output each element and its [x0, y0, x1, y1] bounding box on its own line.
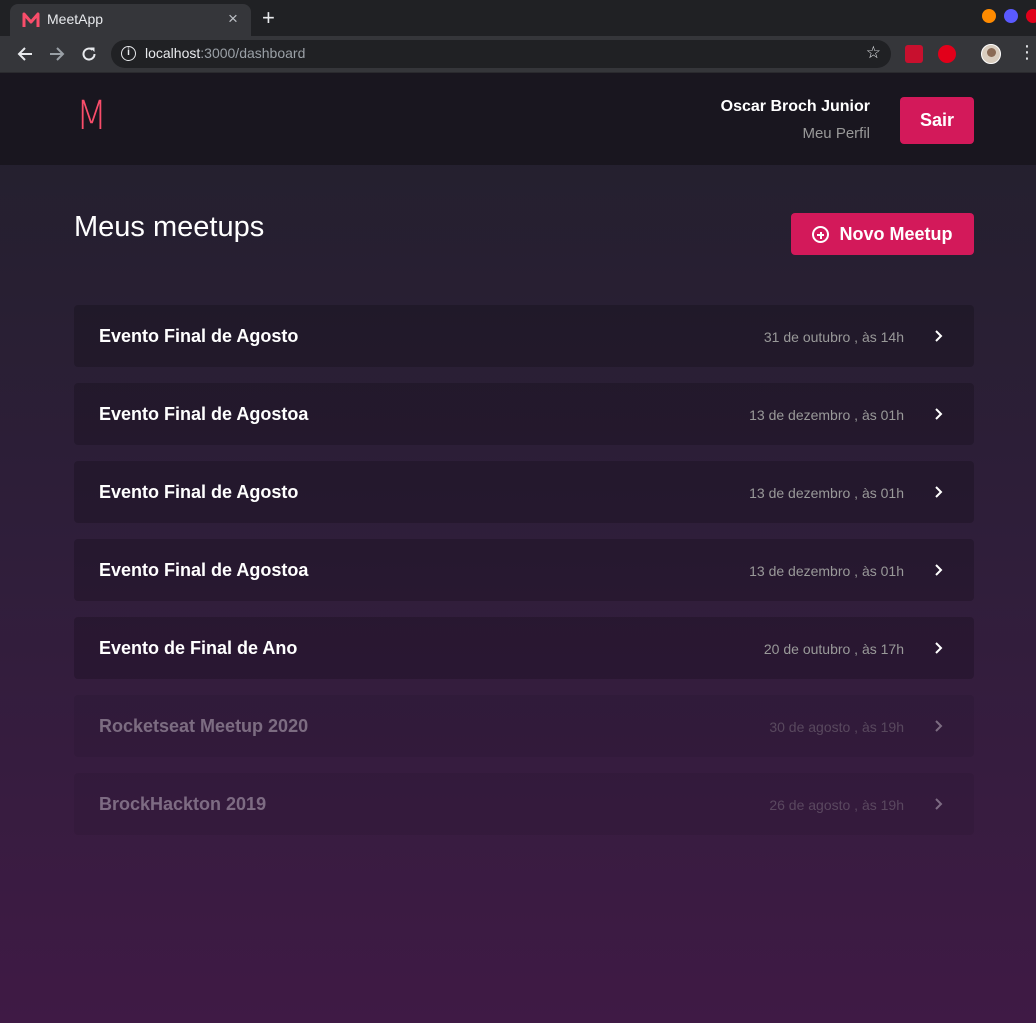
tab-close-icon[interactable]: ×	[228, 9, 238, 29]
meetup-title: Evento Final de Agosto	[99, 482, 299, 502]
meetup-date: 31 de outubro , às 14h	[763, 329, 904, 345]
meetup-item[interactable]: Evento Final de Agosto 13 de dezembro , à…	[74, 461, 974, 523]
site-info-icon[interactable]: i	[121, 46, 136, 61]
chevron-right-icon[interactable]	[932, 327, 946, 345]
url-text: localhost:3000/dashboard	[145, 45, 306, 61]
forward-arrow-icon[interactable]	[47, 44, 67, 64]
minimize-window-icon[interactable]	[982, 9, 996, 23]
meetapp-favicon-icon	[22, 12, 40, 27]
logout-button[interactable]: Sair	[900, 97, 974, 144]
meetup-date: 26 de agosto , às 19h	[769, 797, 904, 813]
chevron-right-icon[interactable]	[932, 795, 946, 813]
browser-toolbar: i localhost:3000/dashboard ☆ ⋮	[0, 36, 1036, 73]
reload-icon[interactable]	[79, 44, 99, 64]
browser-tab[interactable]: MeetApp ×	[10, 4, 251, 36]
meetup-date: 30 de agosto , às 19h	[769, 719, 904, 735]
address-bar[interactable]: i localhost:3000/dashboard ☆	[111, 40, 891, 68]
chevron-right-icon[interactable]	[932, 561, 946, 579]
chevron-right-icon[interactable]	[932, 717, 946, 735]
extension-icon[interactable]	[905, 45, 923, 63]
tab-title: MeetApp	[47, 11, 104, 27]
browser-tabstrip: MeetApp × +	[0, 0, 1036, 36]
close-window-icon[interactable]	[1026, 9, 1036, 23]
meetup-title: Evento Final de Agostoa	[99, 404, 309, 424]
chevron-right-icon[interactable]	[932, 483, 946, 501]
browser-menu-icon[interactable]: ⋮	[1018, 42, 1036, 63]
back-arrow-icon[interactable]	[15, 44, 35, 64]
add-circle-icon	[812, 225, 830, 243]
user-name: Oscar Broch Junior	[720, 98, 870, 115]
meetup-date: 20 de outubro , às 17h	[763, 641, 904, 657]
meetup-item[interactable]: Evento Final de Agostoa 13 de dezembro , …	[74, 539, 974, 601]
meetup-date: 13 de dezembro , às 01h	[749, 485, 904, 501]
meetup-title: Evento Final de Agosto	[99, 326, 299, 346]
adblock-extension-icon[interactable]	[938, 45, 956, 63]
meetup-item[interactable]: Evento Final de Agostoa 13 de dezembro , …	[74, 383, 974, 445]
meetapp-logo[interactable]: M	[76, 93, 107, 139]
meetup-date: 13 de dezembro , às 01h	[749, 407, 904, 423]
profile-link[interactable]: Meu Perfil	[802, 125, 870, 142]
meetup-list: Evento Final de Agosto 31 de outubro , às…	[74, 305, 974, 851]
bookmark-star-icon[interactable]: ☆	[866, 43, 881, 63]
meetup-item[interactable]: Rocketseat Meetup 2020 30 de agosto , às …	[74, 695, 974, 757]
app-header: M Oscar Broch Junior Meu Perfil Sair	[0, 73, 1036, 165]
chevron-right-icon[interactable]	[932, 405, 946, 423]
profile-avatar[interactable]	[981, 44, 1001, 64]
chevron-right-icon[interactable]	[932, 639, 946, 657]
meetup-item[interactable]: Evento Final de Agosto 31 de outubro , às…	[74, 305, 974, 367]
new-tab-icon[interactable]: +	[262, 6, 275, 30]
meetup-title: Evento de Final de Ano	[99, 638, 298, 658]
page-title: Meus meetups	[74, 211, 265, 243]
meetup-title: Evento Final de Agostoa	[99, 560, 309, 580]
new-meetup-label: Novo Meetup	[839, 223, 953, 244]
new-meetup-button[interactable]: Novo Meetup	[791, 213, 974, 255]
maximize-window-icon[interactable]	[1004, 9, 1018, 23]
meetup-title: Rocketseat Meetup 2020	[99, 716, 309, 736]
meetup-date: 13 de dezembro , às 01h	[749, 563, 904, 579]
meetup-title: BrockHackton 2019	[99, 794, 267, 814]
app-page: M Oscar Broch Junior Meu Perfil Sair Meu…	[0, 73, 1036, 1023]
meetup-item[interactable]: Evento de Final de Ano 20 de outubro , às…	[74, 617, 974, 679]
meetup-item[interactable]: BrockHackton 2019 26 de agosto , às 19h	[74, 773, 974, 835]
